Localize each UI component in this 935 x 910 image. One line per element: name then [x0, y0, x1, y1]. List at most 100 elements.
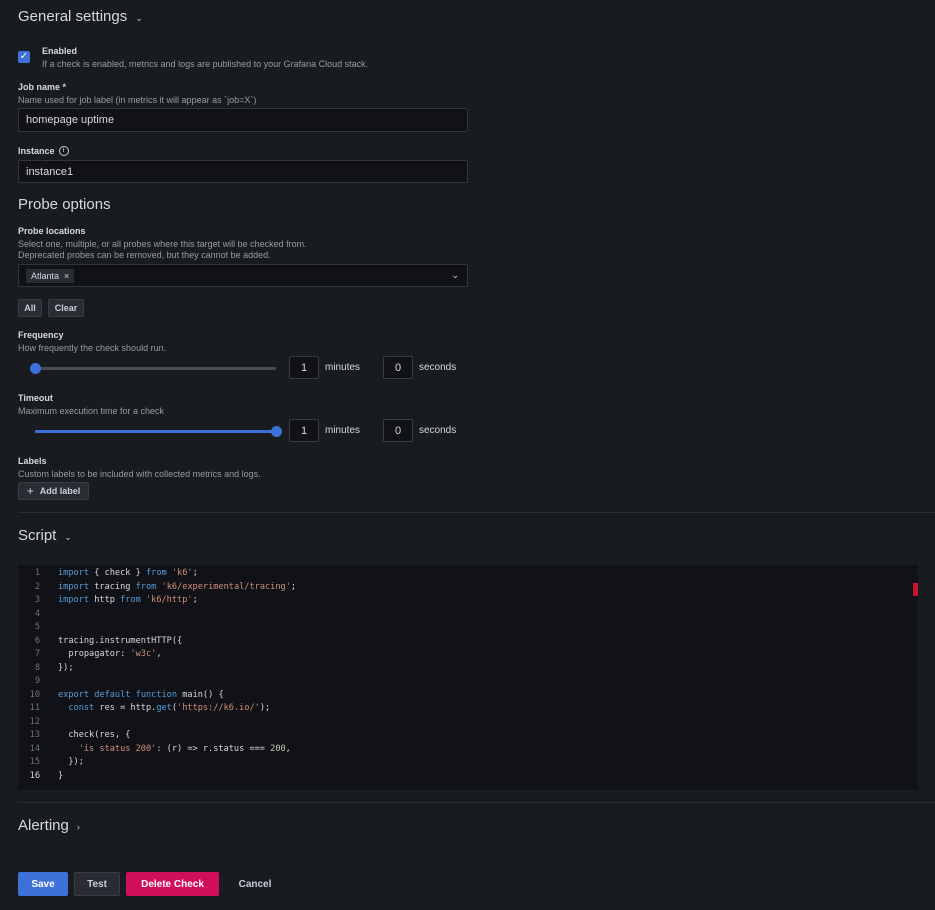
- job-name-input[interactable]: homepage uptime: [18, 108, 468, 132]
- code-line: import http from 'k6/http';: [58, 595, 198, 605]
- code-line: export default function main() {: [58, 690, 224, 700]
- code-token: propagator:: [58, 649, 130, 659]
- enabled-checkbox[interactable]: ✓: [18, 51, 30, 63]
- line-number: 12: [18, 717, 40, 727]
- timeout-label: Timeout: [18, 393, 53, 403]
- labels-description: Custom labels to be included with collec…: [18, 469, 261, 479]
- code-token: http: [89, 595, 120, 605]
- line-number: 8: [18, 663, 40, 673]
- code-token: import: [58, 582, 89, 592]
- line-number: 4: [18, 609, 40, 619]
- probe-options-heading: Probe options: [18, 196, 111, 213]
- cancel-button[interactable]: Cancel: [226, 872, 284, 896]
- clear-button[interactable]: Clear: [48, 299, 84, 317]
- chevron-down-icon: ⌄: [135, 13, 143, 23]
- general-settings-header[interactable]: General settings⌄: [18, 8, 143, 25]
- code-token: ;: [193, 568, 198, 578]
- code-token: 200: [270, 744, 286, 754]
- frequency-minutes-input[interactable]: 1: [289, 356, 319, 379]
- code-line: });: [58, 663, 74, 673]
- code-line: }: [58, 771, 63, 781]
- seconds-unit: seconds: [419, 362, 456, 373]
- job-name-description: Name used for job label (in metrics it w…: [18, 95, 256, 105]
- info-icon[interactable]: i: [59, 146, 69, 156]
- code-token: [58, 703, 68, 713]
- line-number: 10: [18, 690, 40, 700]
- divider: [18, 512, 935, 513]
- code-line: 'is status 200': (r) => r.status === 200…: [58, 744, 291, 754]
- code-token: { check }: [89, 568, 146, 578]
- minutes-unit: minutes: [325, 362, 360, 373]
- line-number: 15: [18, 757, 40, 767]
- code-token: 'w3c': [130, 649, 156, 659]
- code-token: res = http.: [94, 703, 156, 713]
- code-token: ,: [156, 649, 161, 659]
- script-header[interactable]: Script ⌄: [18, 527, 72, 544]
- code-token: : (r) => r.status ===: [156, 744, 270, 754]
- probe-tag: Atlanta ×: [26, 269, 74, 283]
- probe-locations-description-2: Deprecated probes can be removed, but th…: [18, 250, 271, 260]
- code-token: });: [58, 663, 74, 673]
- alerting-header[interactable]: Alerting›: [18, 817, 80, 834]
- section-title: Alerting: [18, 817, 69, 834]
- line-number: 3: [18, 595, 40, 605]
- code-line: import tracing from 'k6/experimental/tra…: [58, 582, 296, 592]
- timeout-slider-thumb[interactable]: [271, 426, 282, 437]
- chevron-down-icon[interactable]: ⌄: [451, 270, 459, 281]
- timeout-description: Maximum execution time for a check: [18, 406, 164, 416]
- add-label-button[interactable]: +Add label: [18, 482, 89, 500]
- frequency-slider[interactable]: [35, 367, 276, 370]
- code-token: ;: [193, 595, 198, 605]
- code-line: propagator: 'w3c',: [58, 649, 162, 659]
- probe-locations-label: Probe locations: [18, 226, 86, 236]
- code-editor[interactable]: 1 import { check } from 'k6'; 2 import trac…: [18, 565, 918, 790]
- code-token: 'https://k6.io/': [177, 703, 260, 713]
- code-token: export: [58, 690, 89, 700]
- code-line: import { check } from 'k6';: [58, 568, 198, 578]
- line-number: 5: [18, 622, 40, 632]
- save-button[interactable]: Save: [18, 872, 68, 896]
- frequency-slider-thumb[interactable]: [30, 363, 41, 374]
- code-token: check(res, {: [58, 730, 130, 740]
- code-token: const: [68, 703, 94, 713]
- instance-input[interactable]: instance1: [18, 160, 468, 183]
- code-token: 'k6/http': [146, 595, 193, 605]
- line-number: 6: [18, 636, 40, 646]
- line-number: 2: [18, 582, 40, 592]
- code-token: tracing.instrumentHTTP({: [58, 636, 182, 646]
- minutes-unit: minutes: [325, 425, 360, 436]
- code-token: });: [58, 757, 84, 767]
- timeout-seconds-input[interactable]: 0: [383, 419, 413, 442]
- chevron-down-icon: ⌄: [64, 532, 72, 542]
- remove-tag-icon[interactable]: ×: [64, 271, 69, 281]
- select-all-button[interactable]: All: [18, 299, 42, 317]
- job-name-label: Job name *: [18, 82, 66, 92]
- section-title: Script: [18, 527, 56, 544]
- line-number: 1: [18, 568, 40, 578]
- code-token: 'k6/experimental/tracing': [162, 582, 291, 592]
- probe-locations-select[interactable]: Atlanta × ⌄: [18, 264, 468, 287]
- code-token: 'is status 200': [79, 744, 157, 754]
- timeout-slider-fill: [35, 430, 276, 433]
- probe-tag-label: Atlanta: [31, 271, 59, 281]
- enabled-description: If a check is enabled, metrics and logs …: [42, 59, 368, 69]
- code-token: 'k6': [172, 568, 193, 578]
- code-line: });: [58, 757, 84, 767]
- timeout-minutes-input[interactable]: 1: [289, 419, 319, 442]
- code-token: from: [146, 568, 167, 578]
- labels-label: Labels: [18, 456, 47, 466]
- test-button[interactable]: Test: [74, 872, 120, 896]
- code-line: const res = http.get('https://k6.io/');: [58, 703, 270, 713]
- code-line: check(res, {: [58, 730, 130, 740]
- instance-label: Instance: [18, 146, 55, 156]
- code-token: );: [260, 703, 270, 713]
- code-token: from: [120, 595, 141, 605]
- code-token: main() {: [177, 690, 224, 700]
- add-label-text: Add label: [40, 486, 81, 496]
- delete-check-button[interactable]: Delete Check: [126, 872, 219, 896]
- code-token: function: [136, 690, 177, 700]
- code-token: import: [58, 595, 89, 605]
- frequency-seconds-input[interactable]: 0: [383, 356, 413, 379]
- frequency-description: How frequently the check should run.: [18, 343, 166, 353]
- code-token: ,: [286, 744, 291, 754]
